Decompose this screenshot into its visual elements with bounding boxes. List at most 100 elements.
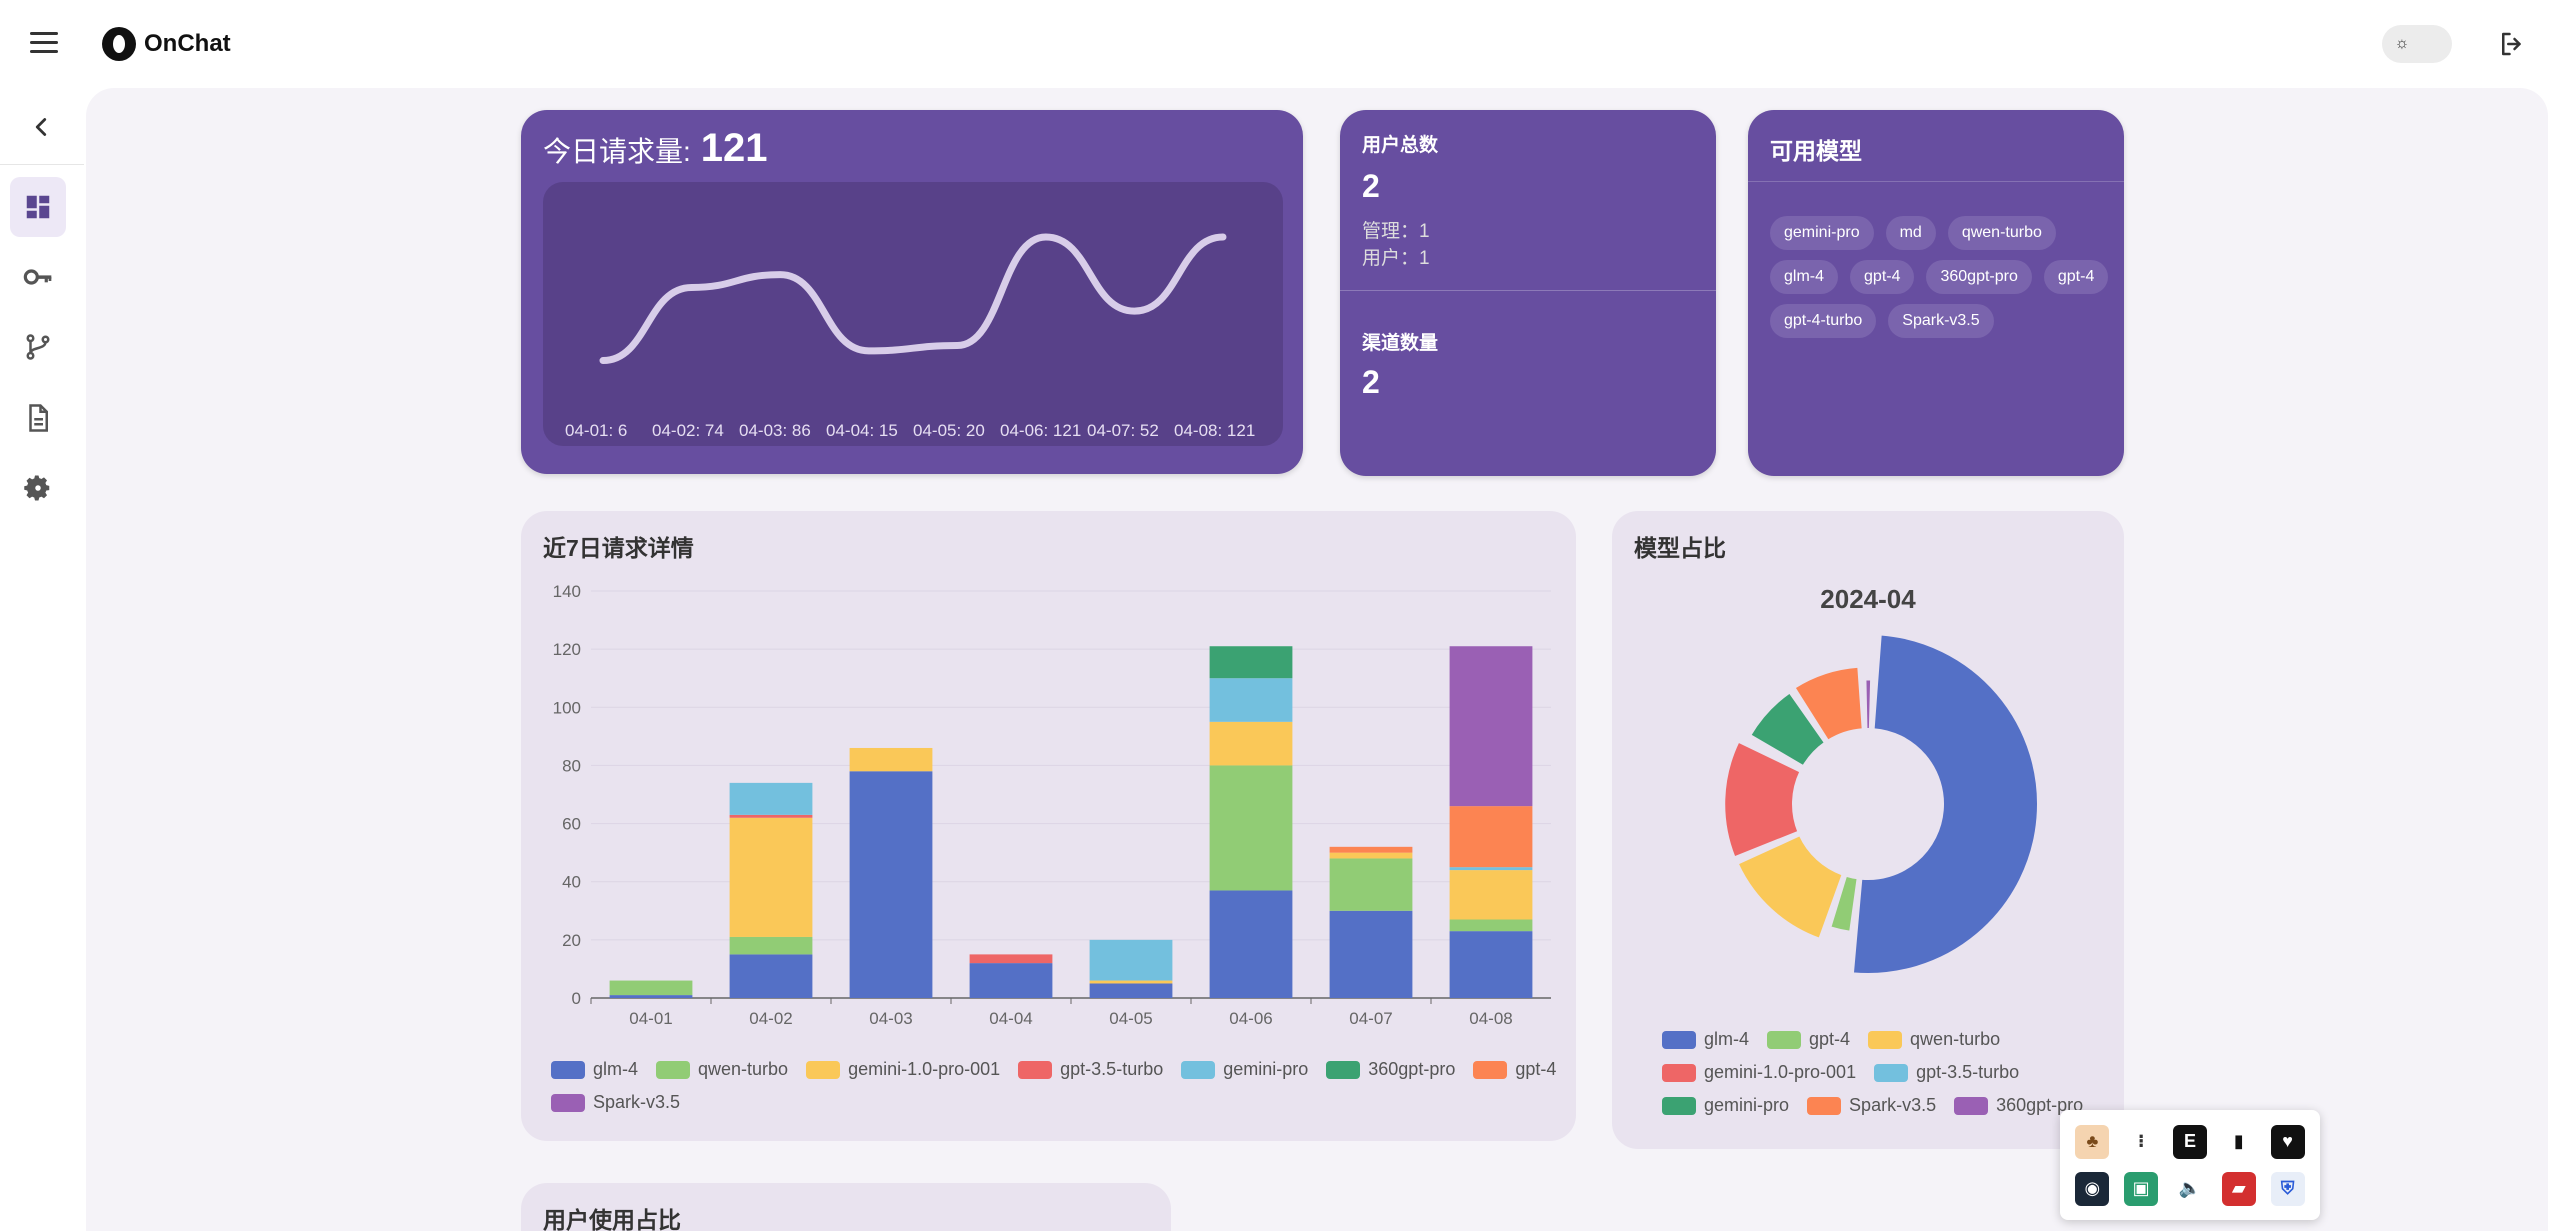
menu-icon[interactable] <box>30 32 58 54</box>
legend-item[interactable]: glm-4 <box>1662 1029 1749 1050</box>
bar-segment-qwen-turbo[interactable] <box>609 980 693 996</box>
steam-icon[interactable]: ◉ <box>2075 1171 2110 1206</box>
bar-segment-gemini-1.0-pro-001[interactable] <box>1089 980 1173 984</box>
bar-segment-gpt-4[interactable] <box>1449 806 1533 868</box>
bar-segment-gpt-3.5-turbo[interactable] <box>969 954 1053 964</box>
bar-segment-glm-4[interactable] <box>1329 910 1413 998</box>
app-logo[interactable]: OnChat <box>102 27 231 61</box>
donut-slice-360gpt-pro[interactable] <box>1864 678 1873 731</box>
requests-detail-title: 近7日请求详情 <box>543 535 694 561</box>
legend-item[interactable]: qwen-turbo <box>1868 1029 2000 1050</box>
requests-detail-card: 近7日请求详情 0 20 40 60 80 100 120 140 04-01 04-02 04-0… <box>521 511 1576 1141</box>
trend-line <box>599 233 1227 365</box>
legend-item[interactable]: 360gpt-pro <box>1326 1059 1455 1080</box>
logout-icon[interactable] <box>2497 29 2527 59</box>
model-chip: gpt-4 <box>1850 260 1915 294</box>
donut-chart-legend: glm-4 gpt-4 qwen-turbo gemini-1.0-pro-001 gp… <box>1662 1029 2102 1116</box>
bar-segment-gpt-4[interactable] <box>1329 846 1413 853</box>
legend-item[interactable]: gemini-pro <box>1662 1095 1789 1116</box>
sidebar-item-keys[interactable] <box>10 247 66 307</box>
bar-segment-360gpt-pro[interactable] <box>1209 646 1293 679</box>
legend-item[interactable]: qwen-turbo <box>656 1059 788 1080</box>
x-tick-label: 04-07 <box>1349 1009 1392 1028</box>
bar-segment-gemini-pro[interactable] <box>1449 867 1533 871</box>
legend-swatch <box>1954 1096 1989 1115</box>
bar-segment-qwen-turbo[interactable] <box>729 936 813 955</box>
today-requests-label: 今日请求量: <box>543 136 691 167</box>
app-icon-1[interactable]: ♣ <box>2075 1124 2110 1159</box>
bar-chart-legend: glm-4 qwen-turbo gemini-1.0-pro-001 gpt-3.5… <box>551 1059 1561 1113</box>
legend-item[interactable]: gpt-3.5-turbo <box>1874 1062 2019 1083</box>
bar-segment-glm-4[interactable] <box>849 771 933 998</box>
epic-games-icon[interactable]: E <box>2172 1124 2207 1159</box>
theme-toggle[interactable]: ☼ <box>2382 25 2452 63</box>
trend-point-label: 04-08: 121 <box>1174 421 1255 440</box>
bar-segment-gpt-3.5-turbo[interactable] <box>729 814 813 818</box>
channel-count-label: 渠道数量 <box>1362 333 1439 354</box>
bar-segment-gemini-pro[interactable] <box>1209 678 1293 722</box>
bar-segment-glm-4[interactable] <box>1089 983 1173 998</box>
x-tick-label: 04-01 <box>629 1009 672 1028</box>
branch-icon <box>26 334 50 360</box>
available-models-title: 可用模型 <box>1770 138 1862 164</box>
document-icon <box>29 404 48 432</box>
sidebar-item-settings[interactable] <box>10 458 66 518</box>
bar-segment-gemini-1.0-pro-001[interactable] <box>1449 870 1533 920</box>
legend-item[interactable]: gemini-1.0-pro-001 <box>1662 1062 1856 1083</box>
legend-label: gemini-pro <box>1223 1059 1309 1079</box>
legend-item[interactable]: gemini-1.0-pro-001 <box>806 1059 1000 1080</box>
today-requests-value: 121 <box>700 126 768 170</box>
bar-segment-gemini-pro[interactable] <box>1089 939 1173 981</box>
speaker-icon[interactable]: 🔈 <box>2172 1171 2207 1206</box>
bookmark-icon[interactable]: ▮ <box>2221 1124 2256 1159</box>
bar-segment-qwen-turbo[interactable] <box>1209 765 1293 891</box>
users-channels-card: 用户总数 2 管理：1 用户：1 渠道数量 2 <box>1340 110 1716 476</box>
bar-segment-gemini-1.0-pro-001[interactable] <box>849 747 933 772</box>
legend-item[interactable]: gpt-4 <box>1767 1029 1850 1050</box>
y-tick-label: 140 <box>553 582 581 601</box>
legend-swatch <box>1874 1063 1909 1082</box>
y-tick-label: 20 <box>562 931 581 950</box>
bar-segment-glm-4[interactable] <box>729 954 813 998</box>
terminal-icon[interactable]: ▣ <box>2124 1171 2159 1206</box>
app-name: OnChat <box>144 30 231 57</box>
app-icon-red[interactable]: ▰ <box>2221 1171 2256 1206</box>
model-share-title: 模型占比 <box>1634 535 1726 561</box>
bar-segment-Spark-v3.5[interactable] <box>1449 646 1533 807</box>
bar-segment-gemini-1.0-pro-001[interactable] <box>1209 721 1293 766</box>
bar-segment-gemini-1.0-pro-001[interactable] <box>1329 852 1413 859</box>
donut-slice-qwen-turbo[interactable] <box>1736 834 1844 940</box>
bar-segment-gemini-pro[interactable] <box>729 782 813 815</box>
trend-point-label: 04-07: 52 <box>1087 421 1159 440</box>
legend-item[interactable]: glm-4 <box>551 1059 638 1080</box>
activity-icon[interactable]: ♥ <box>2270 1124 2305 1159</box>
bar-segment-glm-4[interactable] <box>1449 931 1533 998</box>
sidebar-item-logs[interactable] <box>10 388 66 448</box>
trend-point-label: 04-06: 121 <box>1000 421 1081 440</box>
legend-swatch <box>1326 1060 1361 1079</box>
grid-icon[interactable]: ⁝ <box>2124 1124 2159 1159</box>
model-chip: gpt-4-turbo <box>1770 304 1877 338</box>
bar-segment-gemini-1.0-pro-001[interactable] <box>729 817 813 937</box>
shield-icon[interactable]: ⛨ <box>2270 1171 2305 1206</box>
chevron-left-icon[interactable] <box>26 112 56 142</box>
legend-item[interactable]: gpt-4 <box>1473 1059 1556 1080</box>
donut-slice-glm-4[interactable] <box>1851 633 2039 975</box>
legend-item[interactable]: Spark-v3.5 <box>1807 1095 1936 1116</box>
model-chip: 360gpt-pro <box>1926 260 2032 294</box>
bar-segment-glm-4[interactable] <box>969 963 1053 998</box>
legend-item[interactable]: gpt-3.5-turbo <box>1018 1059 1163 1080</box>
sidebar-item-channels[interactable] <box>10 317 66 377</box>
legend-item[interactable]: gemini-pro <box>1181 1059 1308 1080</box>
bar-segment-glm-4[interactable] <box>609 995 693 998</box>
legend-item[interactable]: Spark-v3.5 <box>551 1092 680 1113</box>
trend-point-label: 04-02: 74 <box>652 421 724 440</box>
legend-label: gpt-4 <box>1809 1029 1851 1049</box>
legend-label: glm-4 <box>593 1059 639 1079</box>
sidebar-item-dashboard[interactable] <box>10 177 66 237</box>
bar-segment-qwen-turbo[interactable] <box>1329 858 1413 911</box>
bar-segment-glm-4[interactable] <box>1209 890 1293 998</box>
model-chip-list: gemini-pro md qwen-turbo glm-4 gpt-4 360gpt-p… <box>1770 216 2110 338</box>
trend-point-label: 04-04: 15 <box>826 421 898 440</box>
bar-segment-qwen-turbo[interactable] <box>1449 919 1533 932</box>
